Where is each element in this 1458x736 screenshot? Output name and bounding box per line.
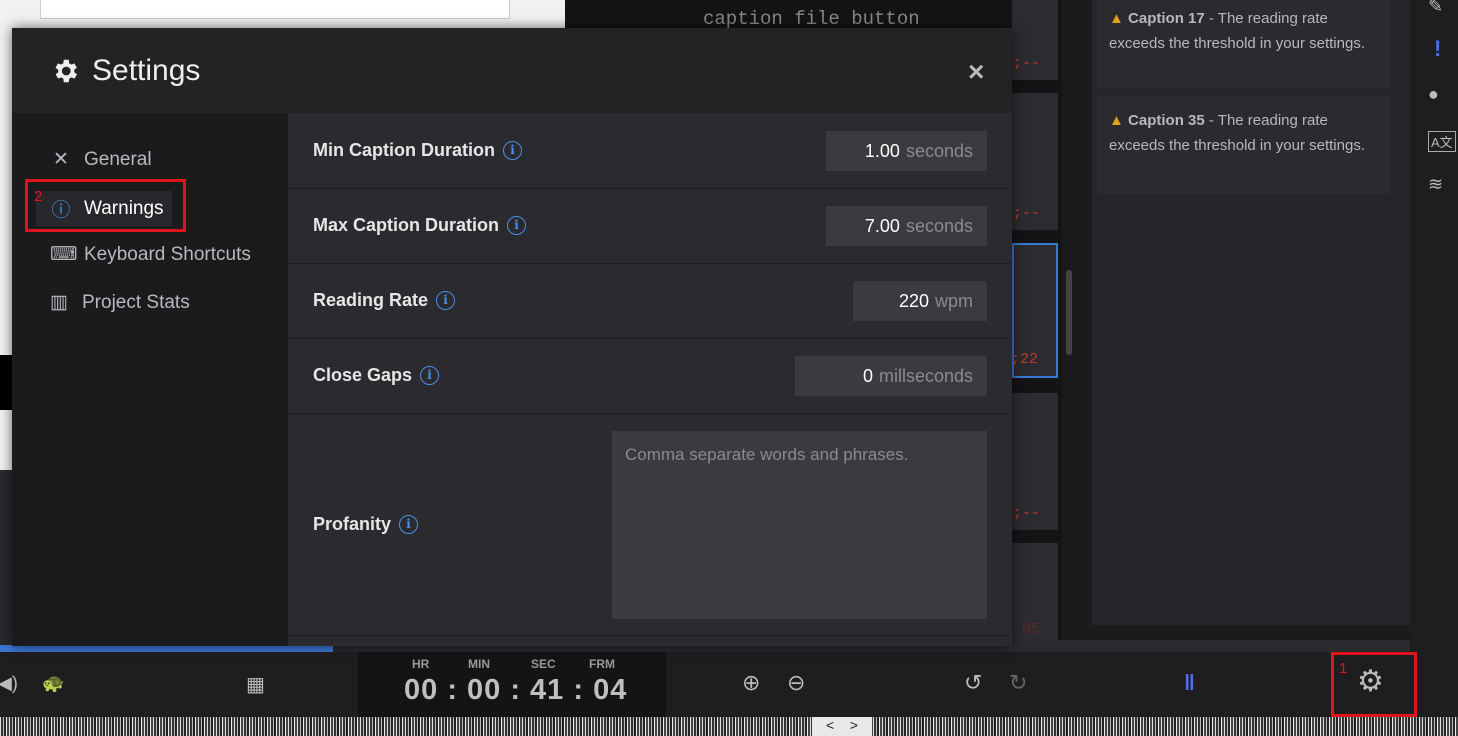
- caption-card[interactable]: ;--: [1012, 0, 1058, 80]
- highlight-box-2: [25, 179, 186, 232]
- caption-text: caption file button: [703, 8, 920, 30]
- setting-label: Reading Rate: [313, 290, 429, 310]
- comment-icon[interactable]: ●: [1428, 84, 1439, 105]
- zoom-in-icon[interactable]: ⊕: [742, 670, 760, 696]
- min-duration-input[interactable]: 1.00 seconds: [826, 131, 987, 171]
- tc-label-frm: FRM: [589, 657, 615, 671]
- reading-rate-input[interactable]: 220 wpm: [853, 281, 987, 321]
- redo-icon[interactable]: ↻: [1009, 670, 1027, 696]
- caption-card[interactable]: ;--: [1012, 393, 1058, 530]
- keyboard-icon: ⌨: [50, 244, 78, 265]
- profanity-textarea[interactable]: Comma separate words and phrases.: [612, 431, 987, 619]
- warning-item[interactable]: ▲ Caption 17 - The reading rate exceeds …: [1097, 0, 1390, 88]
- undo-icon[interactable]: ↺: [964, 670, 982, 696]
- setting-label: Profanity: [313, 514, 392, 534]
- waves-icon[interactable]: ≋: [1428, 174, 1443, 195]
- volume-icon[interactable]: ◀): [0, 673, 18, 694]
- close-gaps-input[interactable]: 0 millseconds: [795, 356, 987, 396]
- translate-icon[interactable]: A文: [1428, 131, 1456, 152]
- modal-title: Settings: [92, 54, 201, 87]
- caption-card-active[interactable]: ;22: [1011, 243, 1058, 378]
- max-duration-input[interactable]: 7.00 seconds: [826, 206, 987, 246]
- split-icon[interactable]: ‖: [1184, 670, 1195, 696]
- zoom-out-icon[interactable]: ⊖: [787, 670, 805, 696]
- progress-fill: [0, 645, 333, 652]
- nav-item-keyboard-shortcuts[interactable]: ⌨ Keyboard Shortcuts: [50, 243, 251, 266]
- info-icon[interactable]: i: [420, 366, 440, 385]
- scrollbar-thumb[interactable]: [1066, 270, 1072, 355]
- gear-icon: [50, 56, 80, 91]
- nav-item-general[interactable]: ✕ General: [50, 148, 152, 171]
- grid-icon[interactable]: ▦: [246, 672, 265, 697]
- highlight-label-2: 2: [34, 188, 43, 205]
- audio-waveform[interactable]: [0, 717, 1458, 736]
- info-icon[interactable]: i: [502, 141, 522, 160]
- setting-label: Close Gaps: [313, 365, 413, 385]
- settings-content: Min Caption Duration i 1.00 seconds Max Ca…: [288, 113, 1012, 646]
- brush-icon[interactable]: ✎: [1428, 0, 1443, 17]
- caption-card[interactable]: 05: [1012, 543, 1058, 640]
- video-caption-strip: [0, 355, 12, 410]
- warning-triangle-icon: ▲: [1109, 10, 1124, 27]
- settings-modal: Settings × ✕ General ⓘ Warnings ⌨ Keyboa…: [12, 28, 1012, 646]
- modal-header: Settings ×: [12, 28, 1012, 113]
- bottom-controls: [0, 652, 1458, 717]
- highlight-label-1: 1: [1339, 660, 1348, 677]
- info-icon[interactable]: i: [436, 291, 456, 310]
- setting-row-close-gaps: Close Gaps i 0 millseconds: [288, 338, 1012, 414]
- setting-label: Max Caption Duration: [313, 215, 500, 235]
- close-button[interactable]: ×: [968, 56, 984, 88]
- info-icon[interactable]: i: [507, 216, 527, 235]
- waveform-prev-button[interactable]: <: [826, 717, 834, 733]
- setting-label: Min Caption Duration: [313, 140, 495, 160]
- waveform-next-button[interactable]: >: [850, 717, 858, 733]
- waveform-nav[interactable]: < >: [812, 717, 872, 736]
- timecode-display: HR MIN SEC FRM 00 : 00 : 41 : 04: [358, 652, 666, 717]
- warning-item[interactable]: ▲ Caption 35 - The reading rate exceeds …: [1097, 96, 1390, 194]
- setting-row-reading-rate: Reading Rate i 220 wpm: [288, 263, 1012, 339]
- tc-label-hr: HR: [412, 657, 430, 671]
- info-icon[interactable]: i: [399, 515, 419, 534]
- background-select: [40, 0, 510, 19]
- caption-card[interactable]: ;--: [1012, 93, 1058, 230]
- warnings-list: [1092, 0, 1410, 625]
- tc-label-min: MIN: [468, 657, 490, 671]
- timecode-value: 00 : 00 : 41 : 04: [404, 674, 628, 706]
- setting-row-max-duration: Max Caption Duration i 7.00 seconds: [288, 188, 1012, 264]
- tc-label-sec: SEC: [531, 657, 556, 671]
- bar-chart-icon: ▥: [50, 292, 68, 313]
- setting-row-min-duration: Min Caption Duration i 1.00 seconds: [288, 113, 1012, 189]
- tools-icon: ✕: [53, 149, 69, 170]
- exclamation-icon[interactable]: !: [1434, 36, 1441, 62]
- turtle-icon[interactable]: 🐢: [42, 673, 64, 694]
- warning-triangle-icon: ▲: [1109, 112, 1124, 129]
- nav-item-project-stats[interactable]: ▥ Project Stats: [48, 291, 190, 314]
